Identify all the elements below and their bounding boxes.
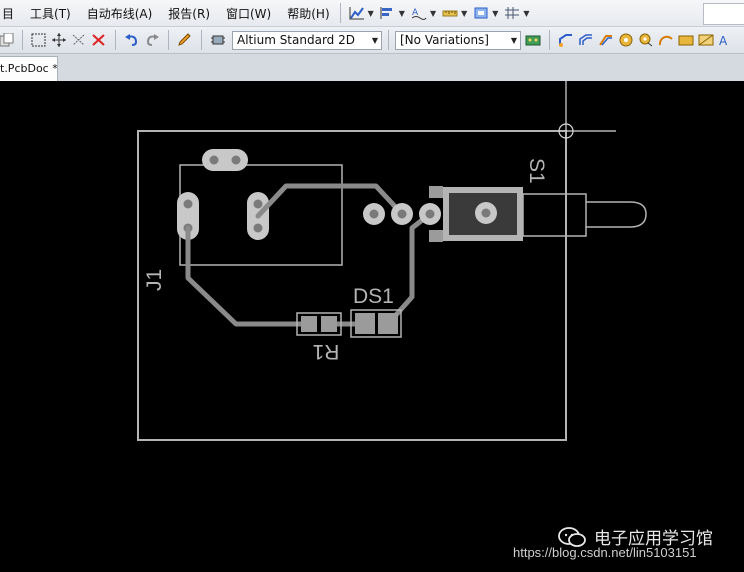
view-mode-select[interactable]: Altium Standard 2D ▼ bbox=[232, 30, 382, 50]
j1-designator: J1 bbox=[143, 269, 166, 291]
chevron-down-icon[interactable]: ▼ bbox=[399, 9, 405, 18]
variations-value: [No Variations] bbox=[400, 32, 489, 47]
svg-text:A: A bbox=[719, 34, 728, 47]
s1-designator: S1 bbox=[525, 158, 548, 184]
route-multi-icon[interactable] bbox=[598, 33, 614, 47]
toolbar-separator bbox=[22, 30, 23, 50]
menu-autoroute[interactable]: 自动布线(A) bbox=[83, 5, 157, 22]
room-icon[interactable] bbox=[473, 6, 489, 20]
menu-window[interactable]: 窗口(W) bbox=[222, 5, 275, 22]
via-icon[interactable] bbox=[638, 33, 654, 47]
ds1-designator: DS1 bbox=[353, 285, 394, 308]
copy-icon[interactable] bbox=[0, 33, 14, 47]
move-icon[interactable] bbox=[51, 33, 67, 47]
cursor-crosshair bbox=[558, 81, 616, 139]
pencil-icon[interactable] bbox=[177, 33, 193, 47]
chart-icon[interactable] bbox=[349, 6, 365, 20]
select-rect-icon[interactable] bbox=[31, 33, 47, 47]
string-icon[interactable]: A bbox=[718, 33, 734, 47]
chevron-down-icon[interactable]: ▼ bbox=[430, 9, 436, 18]
menu-help[interactable]: 帮助(H) bbox=[283, 5, 333, 22]
align-icon[interactable] bbox=[380, 6, 396, 20]
polygon-icon[interactable] bbox=[698, 33, 714, 47]
r1-footprint[interactable] bbox=[296, 312, 342, 336]
watermark-url: https://blog.csdn.net/lin5103151 bbox=[513, 545, 697, 560]
chevron-down-icon[interactable]: ▼ bbox=[368, 9, 374, 18]
view-mode-value: Altium Standard 2D bbox=[237, 32, 355, 47]
undo-icon[interactable] bbox=[124, 33, 140, 47]
menu-tools[interactable]: 工具(T) bbox=[26, 5, 75, 22]
board-outline bbox=[137, 130, 567, 441]
s1-footprint[interactable] bbox=[363, 186, 647, 242]
route-track-icon[interactable] bbox=[558, 33, 574, 47]
text-placement-icon[interactable]: A bbox=[411, 6, 427, 20]
arc-icon[interactable] bbox=[658, 33, 674, 47]
deselect-icon[interactable] bbox=[71, 33, 87, 47]
menu-bar: 目 工具(T) 自动布线(A) 报告(R) 窗口(W) 帮助(H) ▼ ▼ A … bbox=[0, 0, 744, 27]
menu-reports[interactable]: 报告(R) bbox=[164, 5, 214, 22]
chevron-down-icon: ▼ bbox=[510, 35, 517, 45]
j1-footprint[interactable] bbox=[177, 149, 343, 266]
search-input[interactable] bbox=[703, 3, 744, 25]
menu-separator bbox=[339, 3, 341, 23]
redo-icon[interactable] bbox=[144, 33, 160, 47]
chevron-down-icon[interactable]: ▼ bbox=[492, 9, 498, 18]
pcb-drawing: J1 S1 R1 DS1 bbox=[137, 81, 647, 441]
route-diff-icon[interactable] bbox=[578, 33, 594, 47]
tab-pcbdoc[interactable]: t.PcbDoc * bbox=[0, 56, 58, 81]
toolbar-separator bbox=[115, 30, 116, 50]
toolbar-separator bbox=[201, 30, 202, 50]
grid-icon[interactable] bbox=[504, 6, 520, 20]
document-tab-bar: t.PcbDoc * bbox=[0, 54, 744, 82]
toolbar-separator bbox=[388, 30, 389, 50]
clear-icon[interactable] bbox=[91, 33, 107, 47]
ruler-icon[interactable] bbox=[442, 6, 458, 20]
tab-pcbdoc-label: t.PcbDoc * bbox=[0, 62, 58, 75]
toolbar: Altium Standard 2D ▼ [No Variations] ▼ A bbox=[0, 27, 744, 54]
pad-icon[interactable] bbox=[618, 33, 634, 47]
pcb-canvas[interactable]: J1 S1 R1 DS1 bbox=[0, 81, 744, 572]
chevron-down-icon: ▼ bbox=[371, 35, 378, 45]
chevron-down-icon[interactable]: ▼ bbox=[461, 9, 467, 18]
fill-icon[interactable] bbox=[678, 33, 694, 47]
menu-partial[interactable]: 目 bbox=[0, 5, 16, 22]
variations-select[interactable]: [No Variations] ▼ bbox=[395, 30, 521, 50]
toolbar-separator bbox=[549, 30, 550, 50]
ds1-footprint[interactable] bbox=[350, 309, 402, 338]
toolbar-separator bbox=[168, 30, 169, 50]
component-icon[interactable] bbox=[210, 33, 226, 47]
r1-designator: R1 bbox=[313, 340, 340, 363]
chevron-down-icon[interactable]: ▼ bbox=[523, 9, 529, 18]
pcb-board-icon[interactable] bbox=[525, 33, 541, 47]
